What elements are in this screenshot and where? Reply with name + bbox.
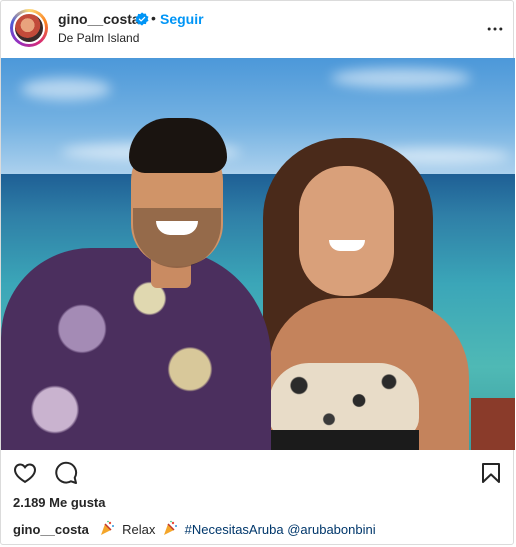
more-horizontal-icon[interactable] — [485, 19, 505, 39]
caption-text: Relax — [122, 522, 156, 537]
photo-woman-face — [299, 166, 394, 296]
post-header: gino__costa • Seguir De Palm Island — [1, 1, 515, 58]
verified-badge-icon — [135, 12, 149, 26]
header-separator: • — [151, 10, 156, 26]
photo-man-hair — [129, 118, 227, 173]
photo-woman-top — [269, 363, 419, 438]
post-photo[interactable] — [1, 58, 515, 450]
bookmark-icon[interactable] — [479, 461, 503, 485]
party-popper-icon — [163, 520, 177, 535]
photo-woman-band — [269, 430, 419, 450]
photo-man-shirt — [1, 248, 271, 450]
caption-username[interactable]: gino__costa — [13, 522, 89, 537]
likes-count[interactable]: 2.189 Me gusta — [13, 495, 106, 510]
follow-button[interactable]: Seguir — [160, 11, 204, 27]
photo-railing — [471, 398, 515, 450]
post-caption: gino__costa Relax #NecesitasAruba @aruba… — [13, 520, 376, 537]
avatar[interactable] — [13, 12, 45, 44]
avatar-story-ring[interactable] — [10, 9, 48, 47]
post-actions — [1, 450, 515, 494]
comment-icon[interactable] — [54, 461, 78, 485]
photo-woman-smile — [329, 240, 365, 251]
post-username[interactable]: gino__costa — [58, 11, 140, 27]
photo-cloud — [21, 78, 111, 100]
photo-cloud — [331, 68, 471, 88]
post-location[interactable]: De Palm Island — [58, 31, 139, 45]
caption-hashtag[interactable]: #NecesitasAruba — [185, 522, 284, 537]
caption-mention[interactable]: @arubabonbini — [287, 522, 375, 537]
party-popper-icon — [101, 520, 115, 535]
instagram-post: gino__costa • Seguir De Palm Island 2.18… — [0, 0, 515, 545]
heart-icon[interactable] — [13, 461, 37, 485]
